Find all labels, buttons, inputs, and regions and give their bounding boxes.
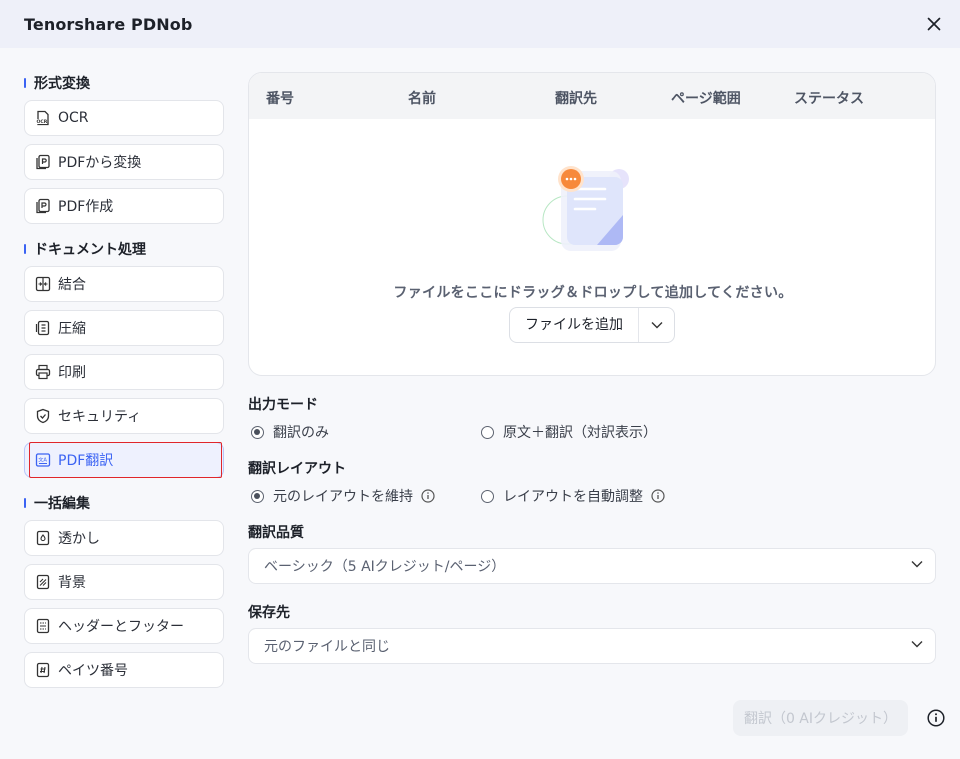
sidebar-item-watermark[interactable]: 透かし <box>24 520 224 556</box>
translate-button[interactable]: 翻訳（0 AIクレジット） <box>733 700 908 736</box>
credits-info-button[interactable] <box>927 709 945 731</box>
title-bar: Tenorshare PDNob <box>0 0 960 48</box>
sidebar-item-label: セキュリティ <box>58 409 142 425</box>
section-marker <box>24 244 26 254</box>
background-icon <box>35 574 51 590</box>
add-file-dropdown[interactable] <box>639 308 674 342</box>
watermark-icon <box>35 530 51 546</box>
section-marker <box>24 78 26 88</box>
close-button[interactable] <box>922 12 946 36</box>
section-title: 一括編集 <box>34 496 90 512</box>
radio-keep-layout[interactable]: 元のレイアウトを維持 <box>251 486 435 506</box>
sidebar-item-print[interactable]: 印刷 <box>24 354 224 390</box>
radio-button[interactable] <box>481 489 494 503</box>
svg-text:OCR: OCR <box>37 119 48 125</box>
radio-label: 元のレイアウトを維持 <box>273 489 413 505</box>
shield-icon <box>35 408 51 424</box>
merge-icon <box>35 276 51 292</box>
sidebar-item-label: ヘッダーとフッター <box>58 619 184 635</box>
info-icon <box>927 709 945 727</box>
sidebar-item-label: OCR <box>58 110 89 126</box>
compress-icon <box>35 320 51 336</box>
empty-document-icon <box>542 166 629 251</box>
sidebar-item-label: PDF翻訳 <box>58 453 114 469</box>
section-format-conversion: 形式変換 <box>24 66 224 100</box>
column-header-number: 番号 <box>266 91 294 107</box>
section-batch-edit: 一括編集 <box>24 486 224 520</box>
translation-layout-label: 翻訳レイアウト <box>248 461 346 477</box>
sidebar-item-label: PDF作成 <box>58 199 114 215</box>
page-number-icon <box>35 662 51 678</box>
radio-label: 原文＋翻訳（対訳表示） <box>503 425 657 441</box>
radio-auto-layout[interactable]: レイアウトを自動調整 <box>481 486 665 506</box>
header-footer-icon <box>35 618 51 634</box>
chevron-down-icon <box>651 322 662 329</box>
sidebar-item-label: 印刷 <box>58 365 86 381</box>
sidebar-item-label: 背景 <box>58 575 86 591</box>
radio-button[interactable] <box>481 425 494 439</box>
sidebar-item-pdf-translate[interactable]: 文A PDF翻訳 <box>24 442 224 478</box>
quality-select-value: ベーシック（5 AIクレジット/ページ） <box>264 559 506 575</box>
sidebar-item-label: 透かし <box>58 531 100 547</box>
quality-select[interactable]: ベーシック（5 AIクレジット/ページ） <box>248 548 936 584</box>
column-header-status: ステータス <box>794 91 864 107</box>
section-title: 形式変換 <box>34 76 90 92</box>
translate-icon: 文A <box>35 452 51 468</box>
sidebar-item-label: 結合 <box>58 277 86 293</box>
sidebar-item-ocr[interactable]: OCR OCR <box>24 100 224 136</box>
section-document-processing: ドキュメント処理 <box>24 232 224 266</box>
sidebar-item-label: ペイツ番号 <box>58 663 128 679</box>
info-icon[interactable] <box>651 489 665 503</box>
print-icon <box>35 364 51 380</box>
section-marker <box>24 498 26 508</box>
column-header-page-range: ページ範囲 <box>671 91 741 107</box>
sidebar: 形式変換 OCR OCR PDFから変換 PDF作成 ドキュメント処理 結合 圧… <box>24 66 224 696</box>
sidebar-item-label: 圧縮 <box>58 321 86 337</box>
section-title: ドキュメント処理 <box>34 242 146 258</box>
ocr-icon: OCR <box>35 110 51 126</box>
add-file-button-group: ファイルを追加 <box>509 307 675 343</box>
drop-hint-text: ファイルをここにドラッグ＆ドロップして追加してください。 <box>393 285 793 301</box>
radio-button[interactable] <box>251 489 264 503</box>
save-location-label: 保存先 <box>248 605 290 621</box>
save-location-select[interactable]: 元のファイルと同じ <box>248 628 936 664</box>
sidebar-item-background[interactable]: 背景 <box>24 564 224 600</box>
save-location-value: 元のファイルと同じ <box>264 639 390 655</box>
chevron-down-icon <box>911 641 923 648</box>
radio-translate-only[interactable]: 翻訳のみ <box>251 422 329 442</box>
chevron-down-icon <box>911 561 923 568</box>
sidebar-item-page-number[interactable]: ペイツ番号 <box>24 652 224 688</box>
close-icon <box>927 17 941 31</box>
svg-text:文A: 文A <box>38 455 47 463</box>
radio-label: 翻訳のみ <box>273 425 329 441</box>
radio-bilingual[interactable]: 原文＋翻訳（対訳表示） <box>481 422 657 442</box>
translation-quality-label: 翻訳品質 <box>248 525 304 541</box>
info-icon[interactable] <box>421 489 435 503</box>
column-header-name: 名前 <box>408 91 436 107</box>
pdf-create-icon <box>35 198 51 214</box>
radio-button[interactable] <box>251 425 264 439</box>
sidebar-item-merge[interactable]: 結合 <box>24 266 224 302</box>
table-header: 番号 名前 翻訳先 ページ範囲 ステータス <box>249 73 935 119</box>
pdf-convert-icon <box>35 154 51 170</box>
app-title: Tenorshare PDNob <box>24 14 193 34</box>
sidebar-item-pdf-create[interactable]: PDF作成 <box>24 188 224 224</box>
file-drop-zone[interactable]: 番号 名前 翻訳先 ページ範囲 ステータス ファイルをここにドラッグ＆ドロップし… <box>248 72 936 376</box>
sidebar-item-header-footer[interactable]: ヘッダーとフッター <box>24 608 224 644</box>
radio-label: レイアウトを自動調整 <box>503 489 643 505</box>
column-header-target: 翻訳先 <box>555 91 597 107</box>
sidebar-item-pdf-convert[interactable]: PDFから変換 <box>24 144 224 180</box>
add-file-button[interactable]: ファイルを追加 <box>510 308 639 342</box>
output-mode-label: 出力モード <box>248 397 318 413</box>
sidebar-item-security[interactable]: セキュリティ <box>24 398 224 434</box>
sidebar-item-compress[interactable]: 圧縮 <box>24 310 224 346</box>
sidebar-item-label: PDFから変換 <box>58 155 142 171</box>
